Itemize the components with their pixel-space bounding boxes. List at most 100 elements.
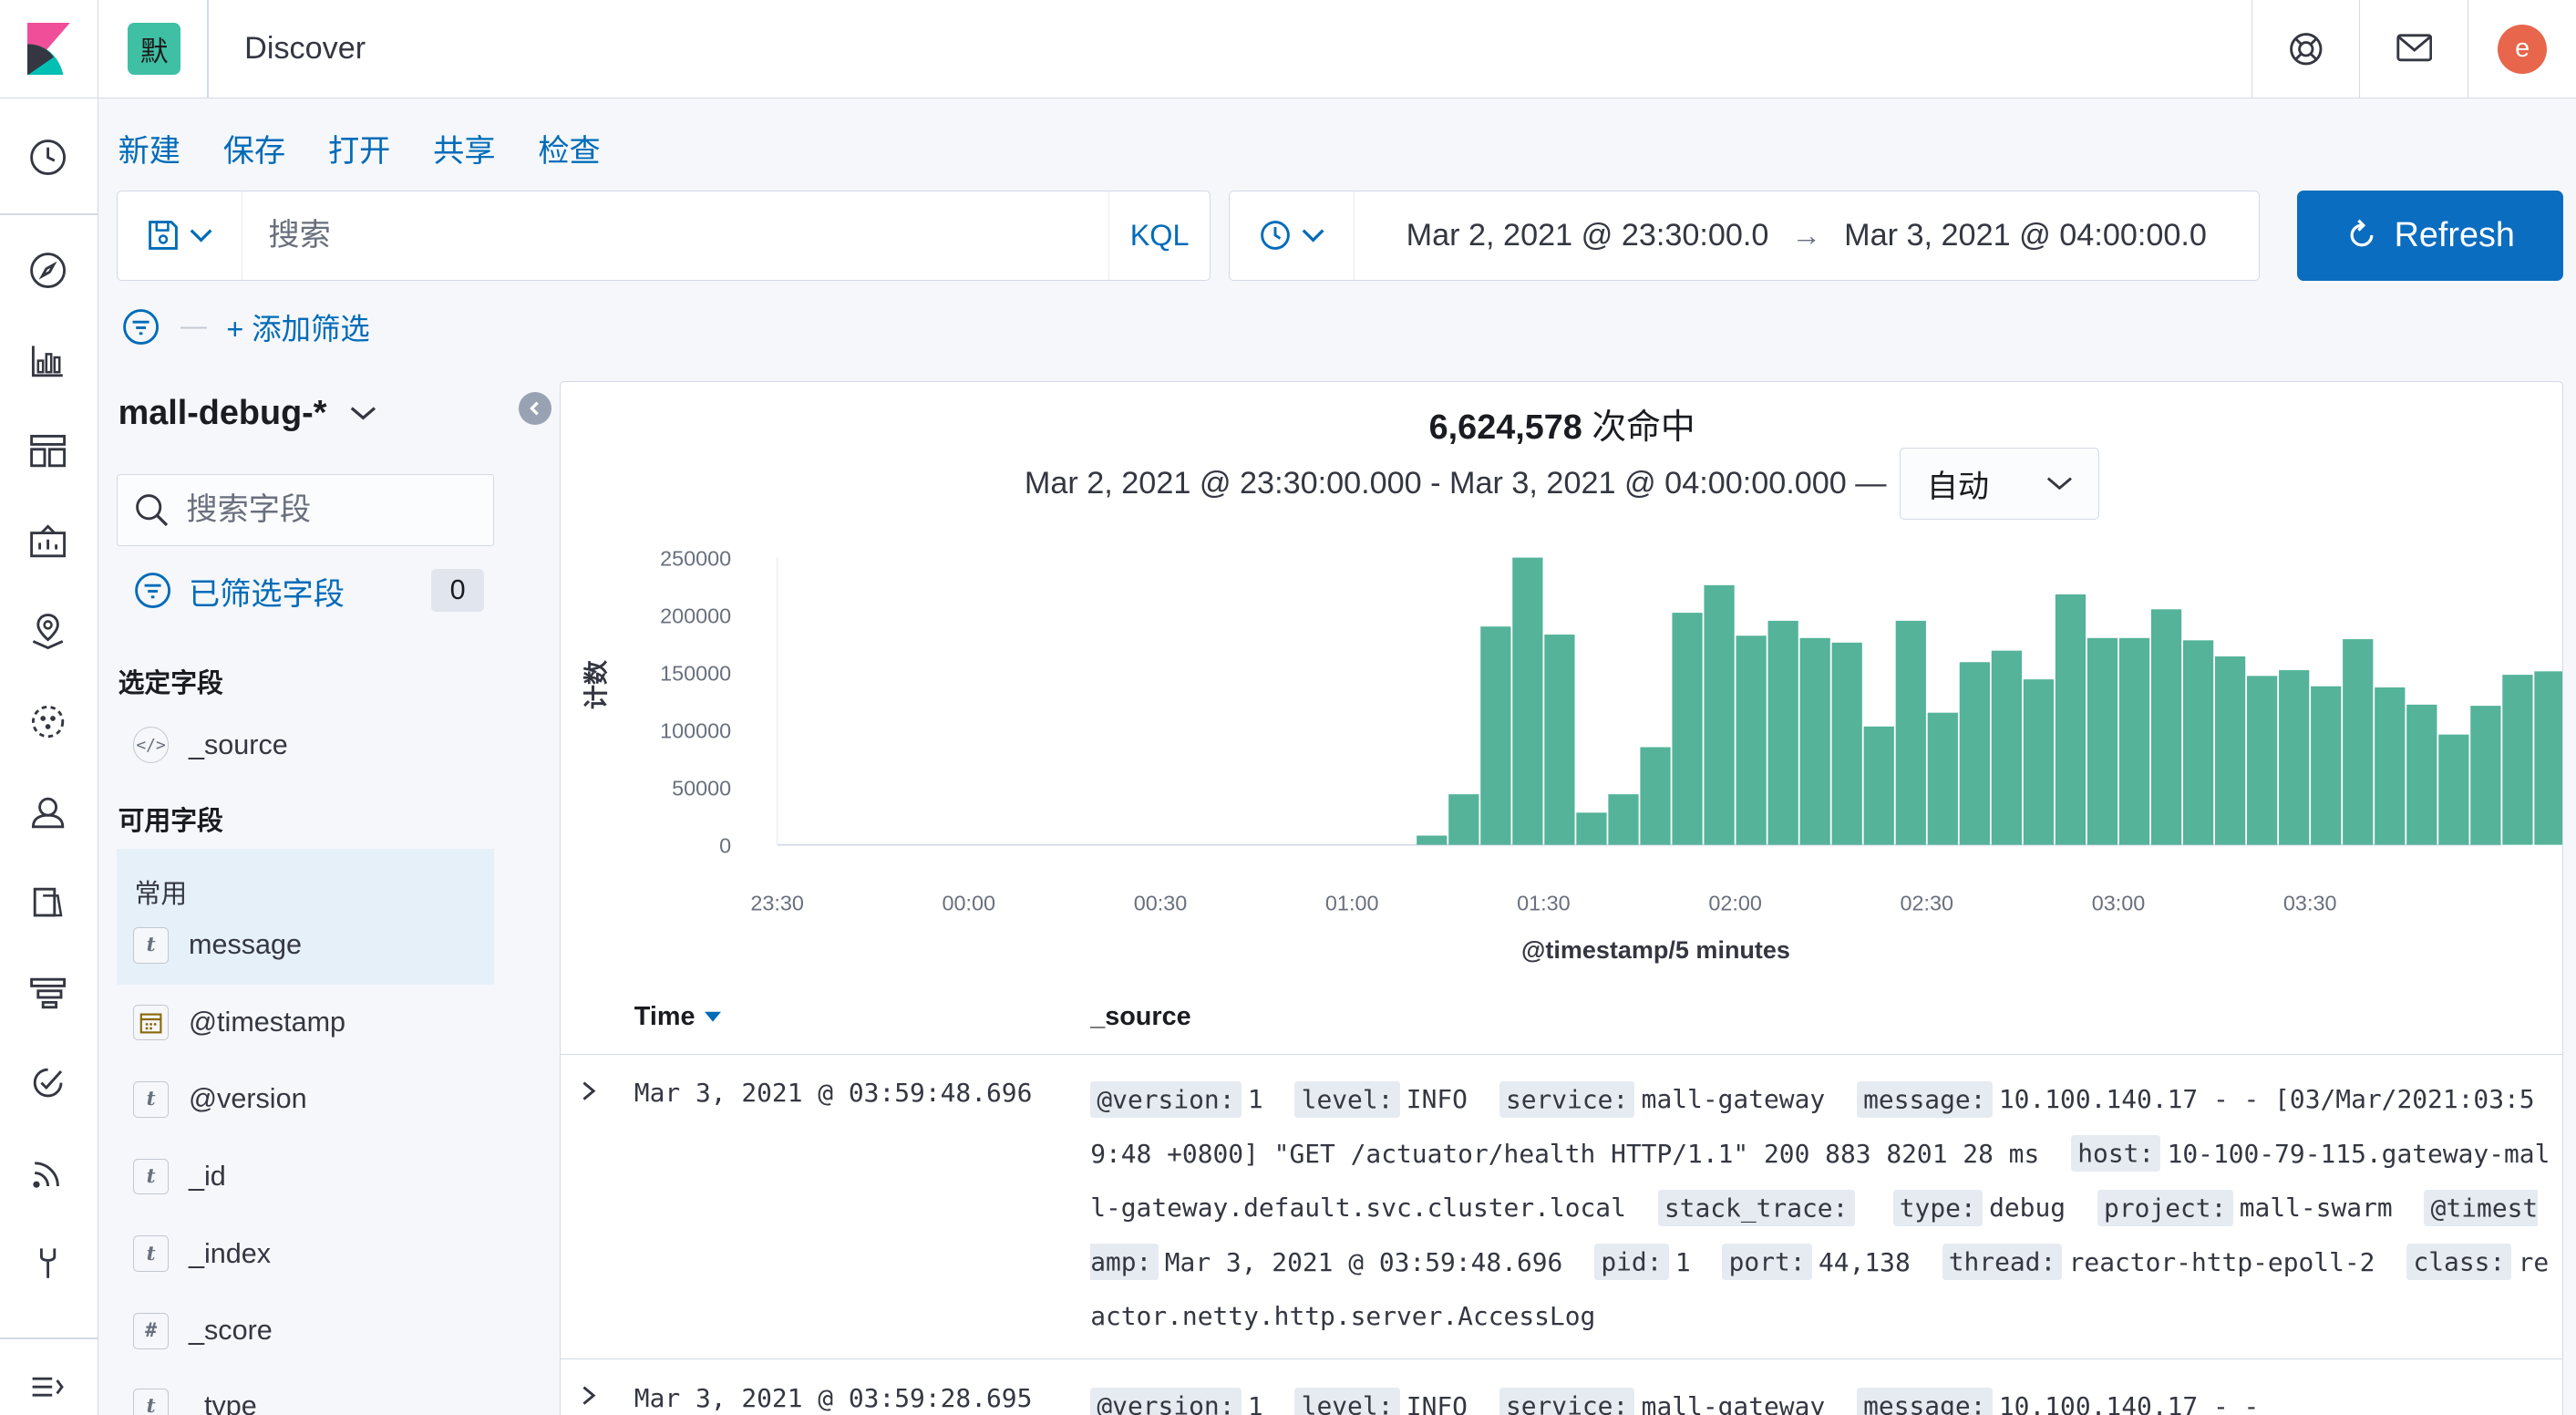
apm-icon[interactable] [23,968,72,1017]
filter-icon [134,573,170,609]
source-column-header: _source [1090,1001,1191,1031]
uptime-icon[interactable] [23,1059,72,1108]
source-field-key: pid: [1594,1244,1669,1281]
source-field-value: INFO [1406,1084,1468,1115]
y-tick-label: 50000 [672,776,731,800]
field-item[interactable]: @timestamp [132,1004,346,1041]
popular-fields-group: 常用 [116,848,494,985]
histogram-bar [1736,635,1767,845]
field-item[interactable]: </> _source [132,727,288,763]
collapse-sidebar-button[interactable] [518,392,551,426]
newsfeed-button[interactable] [2359,0,2468,98]
end-date[interactable]: Mar 3, 2021 @ 04:00:00.0 [1844,218,2207,253]
chevron-left-icon [529,401,539,416]
selected-fields-title: 选定字段 [118,669,223,699]
kql-toggle[interactable]: KQL [1108,191,1211,280]
histogram-bar [1512,557,1543,845]
hits-range: Mar 2, 2021 @ 23:30:00.000 - Mar 3, 2021… [1024,465,1887,501]
y-tick-label: 250000 [660,546,731,570]
menu-inspect[interactable]: 检查 [538,125,600,170]
field-name: message [188,929,303,961]
dev-tools-icon[interactable] [23,1239,72,1288]
field-search-input[interactable] [186,492,482,529]
user-menu-button[interactable]: e [2468,0,2576,98]
table-row: Mar 3, 2021 @ 03:59:28.695 @version: 1 le… [561,1361,2562,1415]
string-type-icon: t [132,1081,170,1118]
source-field-key: service: [1499,1388,1635,1415]
x-tick-label: 23:30 [750,891,804,914]
histogram-bar [1416,835,1448,845]
siem-icon[interactable] [23,1149,72,1198]
field-item[interactable]: t @version [132,1081,307,1118]
filtered-fields-toggle[interactable]: 已筛选字段 0 [133,568,484,614]
y-tick-label: 0 [719,833,731,857]
menu-new[interactable]: 新建 [118,125,180,170]
x-tick-label: 02:00 [1708,891,1762,914]
menu-share[interactable]: 共享 [433,125,495,170]
field-name: @timestamp [188,1006,346,1038]
histogram-svg[interactable]: 0 50000 100000 150000 200000 250000 23:30 00:00… [561,530,2563,981]
source-field-key: service: [1499,1080,1635,1118]
field-item[interactable]: t _id [132,1158,226,1195]
histogram-bar [2438,734,2469,845]
y-tick-label: 100000 [660,718,731,742]
source-field-value: reactor-http-epoll-2 [2068,1246,2375,1277]
histogram-bar [1576,811,1607,845]
ml-icon[interactable] [23,697,72,747]
metrics-icon[interactable] [23,788,72,837]
histogram-bar [1672,612,1703,845]
space-avatar[interactable]: 默 [128,22,180,76]
x-tick-label: 00:00 [942,891,995,914]
dashboard-icon[interactable] [23,427,72,476]
help-icon [2289,32,2323,66]
source-field-value: 1 [1247,1390,1263,1415]
filter-options-icon[interactable] [121,307,160,346]
collapse-nav-icon[interactable] [23,1362,72,1411]
refresh-button[interactable]: Refresh [2297,190,2563,281]
logs-icon[interactable] [23,878,72,927]
index-pattern-selector[interactable]: mall-debug-* [118,394,376,433]
saved-query-button[interactable] [118,191,242,280]
field-item[interactable]: t _index [132,1235,272,1272]
canvas-icon[interactable] [23,517,72,566]
field-item[interactable]: # _score [132,1312,273,1349]
histogram-bar [2118,637,2149,845]
arrow-right-icon: → [1791,218,1821,252]
menu-save[interactable]: 保存 [223,125,285,170]
string-type-icon: t [132,926,170,964]
source-field-key: message: [1856,1080,1993,1118]
interval-value: 自动 [1926,470,1990,505]
recent-clock-icon[interactable] [23,133,72,182]
histogram-bar [2214,656,2246,845]
menu-open[interactable]: 打开 [328,125,390,170]
interval-select[interactable]: 自动 [1899,447,2100,520]
field-name: _index [188,1237,272,1269]
visualize-icon[interactable] [23,336,72,386]
maps-icon[interactable] [23,607,72,656]
quick-select-button[interactable] [1230,191,1355,280]
histogram-bar [2534,670,2562,845]
chevron-right-icon[interactable] [579,1384,599,1407]
histogram-bar [1608,793,1639,845]
app-title: Discover [244,31,366,66]
source-field-key: level: [1294,1080,1400,1118]
mail-icon [2396,34,2432,62]
filter-bar: — + 添加筛选 [121,305,370,348]
help-button[interactable] [2251,0,2360,98]
field-item[interactable]: t message [132,926,303,964]
source-field-value: debug [1989,1193,2066,1224]
search-input[interactable] [242,191,1108,280]
discover-compass-icon[interactable] [23,246,72,295]
field-sidebar: mall-debug-* 已筛选字段 0 选定字段 </> _source 可用… [116,381,551,1415]
histogram-bar [1767,620,1798,845]
source-field-value: 1 [1247,1084,1263,1115]
chevron-right-icon[interactable] [579,1079,599,1102]
start-date[interactable]: Mar 2, 2021 @ 23:30:00.0 [1406,218,1769,253]
time-column-header[interactable]: Time [634,1002,722,1032]
field-name: @version [188,1083,307,1115]
add-filter-button[interactable]: + 添加筛选 [226,305,369,348]
kibana-logo[interactable] [0,0,98,98]
field-item[interactable]: t _type [132,1388,257,1415]
x-tick-label: 01:30 [1517,891,1571,914]
source-field-key: class: [2406,1244,2512,1281]
